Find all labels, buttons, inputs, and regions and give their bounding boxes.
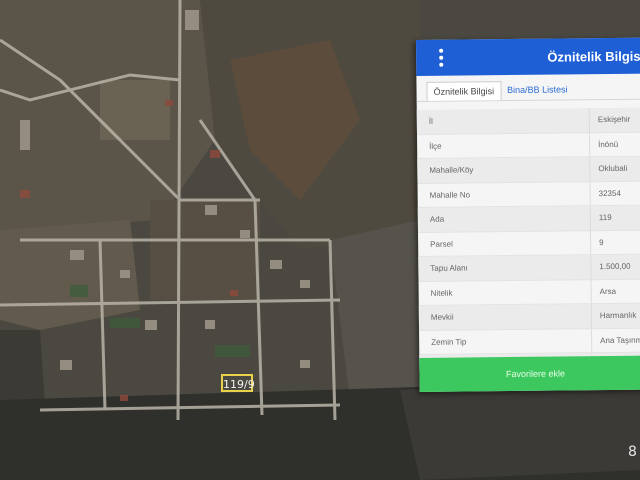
row-value: Eskişehir bbox=[588, 107, 640, 132]
panel-header: Öznitelik Bilgisi bbox=[416, 37, 640, 76]
row-key: İlçe bbox=[429, 141, 442, 151]
table-row: Parsel 9 bbox=[418, 230, 640, 257]
table-row: Mahalle/Köy Oklubali bbox=[417, 156, 640, 184]
corner-digit: 8 bbox=[628, 444, 637, 460]
row-key: Mevkii bbox=[430, 312, 454, 323]
tab-bar: Öznitelik Bilgisi Bina/BB Listesi bbox=[416, 73, 640, 102]
table-row: Zemin Tip Ana Taşınmaz bbox=[419, 328, 640, 355]
row-key: Mahalle No bbox=[429, 190, 471, 200]
row-value: İnönü bbox=[588, 132, 640, 157]
row-key: Zemin Tip bbox=[431, 337, 467, 347]
row-value: Arsa bbox=[590, 279, 640, 304]
tab-attribute-info[interactable]: Öznitelik Bilgisi bbox=[426, 81, 502, 101]
parcel-label: 119/9 bbox=[221, 374, 255, 392]
panel-title: Öznitelik Bilgisi bbox=[547, 48, 640, 65]
row-key: Parsel bbox=[430, 239, 453, 249]
table-row: Mevkii Harmanlık bbox=[418, 303, 640, 331]
table-row: Nitelik Arsa bbox=[418, 279, 640, 306]
row-value: 32354 bbox=[589, 181, 640, 206]
row-key: İl bbox=[428, 117, 433, 127]
row-value: Ana Taşınmaz bbox=[591, 328, 640, 353]
row-value: Harmanlık bbox=[590, 303, 640, 328]
add-to-favorites-button[interactable]: Favorilere ekle bbox=[419, 355, 640, 392]
attribute-panel: Öznitelik Bilgisi Öznitelik Bilgisi Bina… bbox=[416, 37, 640, 392]
table-row: İlçe İnönü bbox=[416, 132, 640, 159]
table-row: Mahalle No 32354 bbox=[417, 181, 640, 208]
more-vertical-icon[interactable] bbox=[428, 48, 454, 67]
table-row: Ada 119 bbox=[417, 205, 640, 233]
attribute-table: İl Eskişehir İlçe İnönü Mahalle/Köy Oklubal… bbox=[416, 107, 640, 380]
table-row: İl Eskişehir bbox=[416, 107, 640, 135]
row-key: Nitelik bbox=[430, 288, 453, 298]
row-value: 1.500,00 bbox=[590, 254, 640, 279]
row-key: Tapu Alanı bbox=[430, 263, 468, 274]
table-row: Tapu Alanı 1.500,00 bbox=[418, 254, 640, 282]
tab-building-list[interactable]: Bina/BB Listesi bbox=[501, 80, 574, 100]
row-key: Ada bbox=[429, 214, 445, 225]
row-key: Mahalle/Köy bbox=[429, 165, 474, 176]
row-value: 119 bbox=[589, 205, 640, 230]
row-value: Oklubali bbox=[589, 156, 640, 181]
row-value: 9 bbox=[590, 230, 640, 255]
